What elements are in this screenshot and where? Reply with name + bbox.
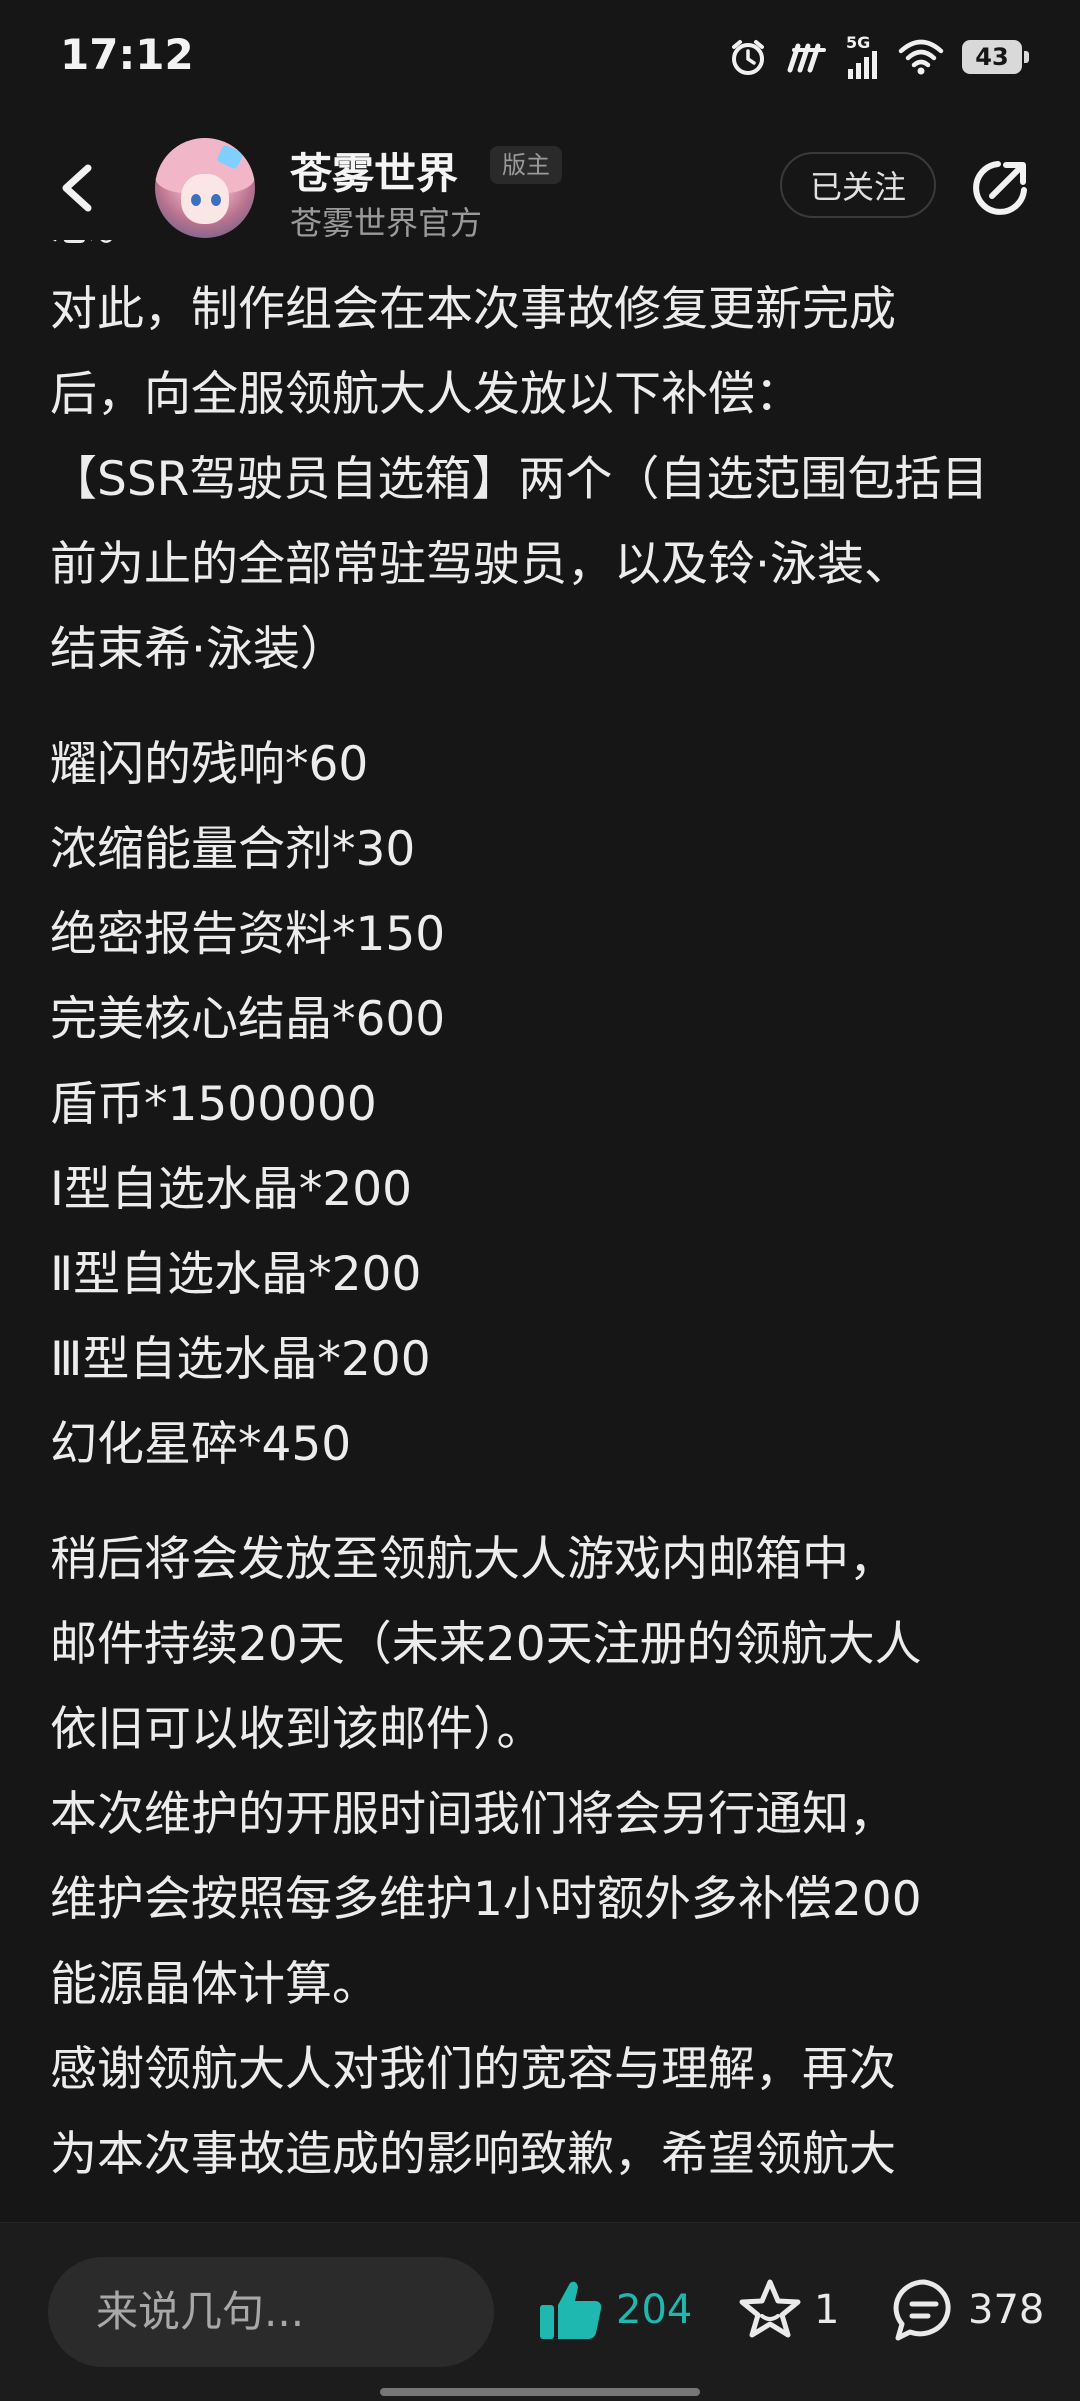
content-line: 为本次事故造成的影响致歉，希望领航大 bbox=[50, 2127, 896, 2182]
comment-button[interactable]: 378 bbox=[890, 2275, 1044, 2345]
follow-button[interactable]: 已关注 bbox=[780, 152, 936, 218]
favorite-button[interactable]: 1 bbox=[736, 2275, 839, 2345]
post-content: 恩。 对此，制作组会在本次事故修复更新完成 后，向全服领航大人发放以下补偿： 【… bbox=[50, 240, 1040, 2220]
thumbs-up-icon bbox=[540, 2281, 602, 2339]
reward-item: 幻化星碎*450 bbox=[50, 1417, 352, 1472]
reward-item: 耀闪的残响*60 bbox=[50, 737, 369, 792]
content-line: 稍后将会发放至领航大人游戏内邮箱中， bbox=[50, 1532, 896, 1587]
content-line: 邮件持续20天（未来20天注册的领航大人 bbox=[50, 1617, 922, 1672]
content-line: 维护会按照每多维护1小时额外多补偿200 bbox=[50, 1872, 922, 1927]
reward-item: 盾币*1500000 bbox=[50, 1077, 377, 1132]
status-time: 17:12 bbox=[60, 30, 194, 79]
reward-item: 绝密报告资料*150 bbox=[50, 907, 446, 962]
reward-item: Ⅱ型自选水晶*200 bbox=[50, 1247, 422, 1302]
signal-bars-icon bbox=[848, 51, 877, 79]
author-subtitle: 苍雾世界官方 bbox=[290, 204, 483, 242]
home-indicator[interactable] bbox=[380, 2388, 700, 2396]
status-bar: 17:12 5G 43 bbox=[0, 0, 1080, 118]
comment-count: 378 bbox=[968, 2287, 1045, 2333]
wifi-icon bbox=[898, 39, 944, 75]
comment-bubble-icon bbox=[893, 2279, 951, 2341]
content-line: 对此，制作组会在本次事故修复更新完成 bbox=[50, 282, 896, 337]
status-icons: 5G 43 bbox=[728, 34, 1029, 80]
content-line: 本次维护的开服时间我们将会另行通知， bbox=[50, 1787, 896, 1842]
star-icon bbox=[739, 2279, 801, 2338]
reward-item: 浓缩能量合剂*30 bbox=[50, 822, 416, 877]
like-button[interactable]: 204 bbox=[536, 2275, 692, 2345]
like-count: 204 bbox=[616, 2287, 693, 2333]
content-partial-line: 恩。 bbox=[50, 240, 1040, 267]
avatar[interactable] bbox=[155, 138, 255, 238]
bottom-action-bar: 来说几句... 204 1 378 bbox=[0, 2222, 1080, 2401]
network-type: 5G bbox=[846, 33, 871, 52]
carrier-logo-icon bbox=[787, 43, 826, 73]
comment-input[interactable]: 来说几句... bbox=[48, 2257, 494, 2367]
content-line: 能源晶体计算。 bbox=[50, 1957, 379, 2012]
content-line: 前为止的全部常驻驾驶员，以及铃·泳装、 bbox=[50, 537, 911, 592]
reward-item: Ⅲ型自选水晶*200 bbox=[50, 1332, 431, 1387]
content-line: 结束希·泳装） bbox=[50, 622, 347, 677]
post-header: 苍雾世界 版主 苍雾世界官方 已关注 bbox=[0, 118, 1080, 258]
reward-item: 完美核心结晶*600 bbox=[50, 992, 446, 1047]
content-line: 感谢领航大人对我们的宽容与理解，再次 bbox=[50, 2042, 896, 2097]
back-arrow-icon[interactable] bbox=[50, 158, 110, 218]
battery-indicator: 43 bbox=[962, 40, 1029, 74]
moderator-badge: 版主 bbox=[490, 146, 562, 184]
author-name[interactable]: 苍雾世界 bbox=[290, 140, 458, 201]
share-icon[interactable] bbox=[968, 156, 1032, 220]
reward-item: Ⅰ型自选水晶*200 bbox=[50, 1162, 413, 1217]
signal-indicator: 5G bbox=[846, 35, 880, 79]
content-line: 后，向全服领航大人发放以下补偿： bbox=[50, 367, 802, 422]
alarm-icon bbox=[732, 40, 764, 75]
content-line: 【SSR驾驶员自选箱】两个（自选范围包括目 bbox=[50, 452, 989, 507]
content-line: 依旧可以收到该邮件）。 bbox=[50, 1702, 544, 1757]
favorite-count: 1 bbox=[814, 2287, 840, 2333]
